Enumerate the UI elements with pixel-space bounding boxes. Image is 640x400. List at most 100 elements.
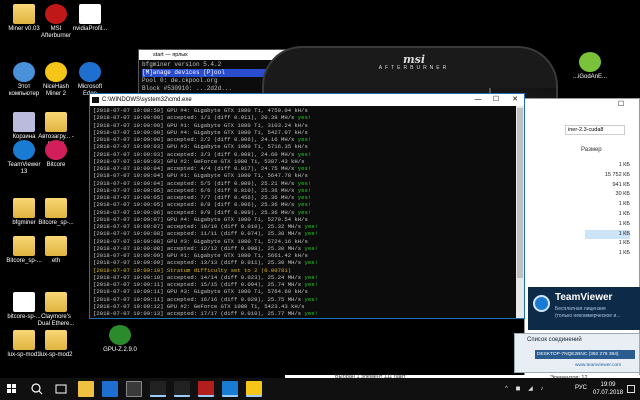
console-line: [2018-07-07 19:09:00] GPU #4: Gigabyte G…: [93, 129, 513, 136]
taskbar-store-app[interactable]: [126, 381, 142, 397]
notification-icon[interactable]: [627, 385, 635, 393]
desktop-icon[interactable]: Claymore's Dual Ethere...: [36, 292, 76, 328]
explorer-file-size[interactable]: 15 752 КБ: [585, 171, 630, 181]
cmd-console[interactable]: [2018-07-07 19:08:59] GPU #4: Gigabyte G…: [90, 106, 516, 318]
teamviewer-link[interactable]: www.teamviewer.com: [575, 363, 621, 368]
desktop-icon[interactable]: GPU-Z.2.9.0: [100, 325, 140, 354]
bin-icon: [13, 112, 35, 132]
cmd-close-button[interactable]: ✕: [507, 94, 523, 106]
console-line: [2018-07-07 19:09:12] GPU #2: GeForce GT…: [93, 303, 513, 310]
teamviewer-panel[interactable]: TeamViewer Бесплатная лицензия (только н…: [528, 287, 640, 330]
accepted-yes-label: yes!: [297, 179, 312, 187]
accepted-yes-label: yes!: [297, 194, 312, 201]
folder-icon: [45, 330, 67, 350]
connection-entry[interactable]: DESKTOP-7NQE2BNC (392 276 384): [535, 350, 635, 359]
explorer-file-size[interactable]: 1 КБ: [585, 161, 630, 171]
teamviewer-license-line1: Бесплатная лицензия: [555, 306, 606, 312]
tray-language[interactable]: РУС: [575, 385, 587, 391]
cmd-scrollbar[interactable]: [516, 106, 524, 318]
cmd-scrollbar-thumb[interactable]: [517, 108, 523, 278]
console-line-text: [2018-07-07 19:09:11] GPU #3: Gigabyte G…: [93, 288, 308, 296]
console-line-text: [2018-07-07 19:09:08] GPU #3: Gigabyte G…: [93, 237, 308, 245]
accepted-yes-label: yes!: [304, 310, 318, 317]
taskbar-teamviewer-app[interactable]: [222, 381, 238, 397]
taskbar-explorer-app[interactable]: [78, 381, 94, 397]
desktop-icon-label: Claymore's Dual Ethere...: [37, 314, 75, 327]
bitcore-icon: [45, 140, 67, 160]
console-line: [2018-07-07 19:09:04] accepted: 4/4 (dif…: [93, 165, 513, 172]
desktop-icon-label: Bitcore_sp-...: [38, 220, 74, 226]
explorer-file-size[interactable]: 941 КБ: [585, 181, 630, 191]
console-line-text: [2018-07-07 19:09:03] GPU #3: Gigabyte G…: [93, 143, 308, 151]
explorer-file-size[interactable]: 1 КБ: [585, 210, 630, 220]
folder-icon: [13, 198, 35, 218]
desktop-icon-label: Bitcore: [46, 162, 66, 168]
folder-icon: [45, 198, 67, 218]
desktop-icon[interactable]: Bitcore_sp-...: [36, 198, 76, 227]
accepted-yes-label: yes!: [297, 114, 312, 122]
teamviewer-connections[interactable]: Список соединений DESKTOP-7NQE2BNC (392 …: [514, 333, 640, 373]
console-line: [2018-07-07 19:09:05] accepted: 8/8 (dif…: [93, 201, 513, 208]
desktop-icon-label: lux-sp-mod2: [39, 352, 73, 358]
cmd-window[interactable]: C:\WINDOWS\system32\cmd.exe — ☐ ✕ [2018-…: [89, 93, 525, 319]
accepted-yes-label: yes!: [304, 244, 318, 252]
desktop-icon-label: nvidiaProfil...: [72, 26, 108, 32]
console-line: [2018-07-07 19:09:09] accepted: 13/13 (d…: [93, 259, 513, 266]
explorer-size-header[interactable]: Размер: [581, 147, 602, 153]
cmd-titlebar[interactable]: C:\WINDOWS\system32\cmd.exe — ☐ ✕: [90, 94, 524, 106]
taskbar-cmd-app[interactable]: [150, 381, 166, 397]
desktop-icon[interactable]: nvidiaProfil...: [70, 4, 110, 33]
console-line-text: [2018-07-07 19:09:08] accepted: 12/12 (d…: [93, 244, 305, 252]
task-view-button[interactable]: [50, 378, 72, 400]
explorer-maximize-button[interactable]: ☐: [613, 99, 629, 111]
taskbar-edge-app[interactable]: [102, 381, 118, 397]
console-line-text: [2018-07-07 19:09:04] accepted: 5/5 (dif…: [93, 179, 298, 187]
tray-clock[interactable]: 19:09 07.07.2018: [593, 381, 623, 397]
cmd-title: C:\WINDOWS\system32\cmd.exe: [102, 97, 192, 103]
cmd-minimize-button[interactable]: —: [470, 94, 486, 106]
explorer-address-bar[interactable]: iner-2.3-cuda8: [565, 125, 625, 135]
console-line: [2018-07-07 19:09:11] accepted: 15/15 (d…: [93, 281, 513, 288]
explorer-titlebar[interactable]: ☐: [525, 99, 639, 113]
folder-icon: [13, 330, 35, 350]
folder-icon: [13, 4, 35, 24]
console-line: [2018-07-07 19:09:03] GPU #2: GeForce GT…: [93, 158, 513, 165]
console-line: [2018-07-07 19:09:08] accepted: 12/12 (d…: [93, 245, 513, 252]
console-line: [2018-07-07 19:09:09] GPU #1: Gigabyte G…: [93, 252, 513, 259]
console-line: [2018-07-07 19:09:10] accepted: 14/14 (d…: [93, 274, 513, 281]
taskbar-nicehash-app[interactable]: [246, 381, 262, 397]
desktop-icon[interactable]: Bitcore: [36, 140, 76, 169]
desktop-icon[interactable]: eth: [36, 236, 76, 265]
windows-logo-icon: [7, 384, 16, 393]
taskbar: ^ ◼ ◢ ♪ РУС 19:09 07.07.2018: [0, 378, 640, 400]
console-line-text: [2018-07-07 19:09:10] Stratum difficulty…: [93, 266, 292, 274]
explorer-file-size[interactable]: 1 КБ: [585, 229, 630, 240]
console-line: [2018-07-07 19:09:10] Stratum difficulty…: [93, 267, 513, 274]
search-button[interactable]: [26, 378, 48, 400]
accepted-yes-label: yes!: [297, 201, 312, 209]
tray-date: 07.07.2018: [593, 390, 624, 396]
console-line-text: [2018-07-07 19:09:11] accepted: 15/15 (d…: [93, 281, 305, 288]
console-line-text: [2018-07-07 19:09:13] accepted: 17/17 (d…: [93, 310, 305, 317]
tray-icons[interactable]: ^ ◼ ◢ ♪: [505, 385, 575, 393]
desktop-icon[interactable]: ...iGodAnE...: [570, 52, 610, 81]
taskbar-afterburner-app[interactable]: [198, 381, 214, 397]
sheet-icon: [79, 4, 101, 24]
pc-icon: [13, 62, 35, 82]
console-line: [2018-07-07 19:09:07] GPU #4: Gigabyte G…: [93, 216, 513, 223]
explorer-file-size[interactable]: 1 КБ: [585, 239, 630, 249]
cmd-icon: [92, 97, 99, 103]
console-line: [2018-07-07 19:09:07] accepted: 10/10 (d…: [93, 223, 513, 230]
start-button[interactable]: [0, 378, 24, 400]
folder-icon: [13, 236, 35, 256]
teamviewer-logo-icon: [533, 295, 550, 312]
bfgminer-titlebar[interactable]: start — ярлык: [139, 50, 287, 60]
explorer-file-size[interactable]: 1 КБ: [585, 249, 630, 259]
explorer-file-size[interactable]: 30 КБ: [585, 190, 630, 200]
accepted-yes-label: yes!: [297, 150, 312, 158]
taskbar-bfgminer-app[interactable]: [174, 381, 190, 397]
cmd-maximize-button[interactable]: ☐: [488, 94, 504, 106]
explorer-file-size[interactable]: 1 КБ: [585, 200, 630, 210]
explorer-file-size[interactable]: 1 КБ: [585, 220, 630, 230]
desktop-icon[interactable]: lux-sp-mod2: [36, 330, 76, 359]
